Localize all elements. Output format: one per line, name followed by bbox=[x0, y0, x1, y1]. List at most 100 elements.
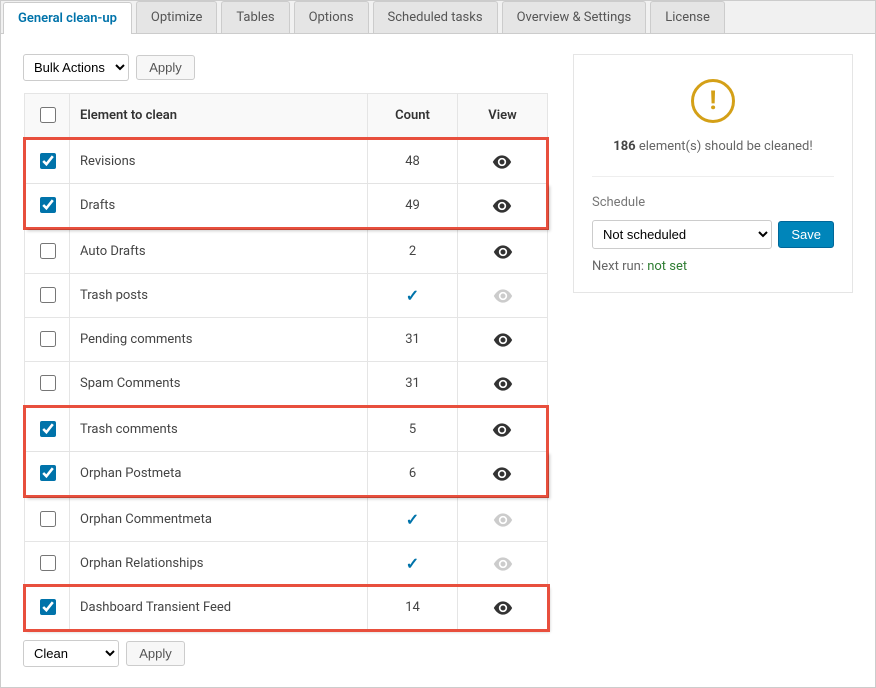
col-view: View bbox=[458, 94, 548, 139]
apply-button-bottom[interactable]: Apply bbox=[126, 641, 185, 666]
summary-count: 186 bbox=[613, 139, 635, 154]
schedule-title: Schedule bbox=[592, 195, 834, 210]
row-label: Drafts bbox=[70, 184, 368, 229]
check-icon: ✓ bbox=[406, 510, 419, 529]
eye-icon[interactable] bbox=[492, 423, 512, 437]
tab-optimize[interactable]: Optimize bbox=[136, 1, 217, 33]
row-count: ✓ bbox=[368, 274, 458, 318]
row-label: Dashboard Transient Feed bbox=[70, 586, 368, 630]
row-label: Spam Comments bbox=[70, 362, 368, 407]
tab-license[interactable]: License bbox=[650, 1, 725, 33]
table-row: Orphan Postmeta6 bbox=[25, 452, 548, 497]
eye-icon[interactable] bbox=[493, 333, 513, 347]
tabs: General clean-upOptimizeTablesOptionsSch… bbox=[1, 1, 875, 34]
table-row: Drafts49 bbox=[25, 184, 548, 229]
row-view bbox=[458, 497, 548, 542]
row-view bbox=[458, 229, 548, 274]
row-checkbox[interactable] bbox=[40, 331, 56, 347]
col-element: Element to clean bbox=[70, 94, 368, 139]
tab-scheduled-tasks[interactable]: Scheduled tasks bbox=[373, 1, 498, 33]
eye-icon[interactable] bbox=[493, 601, 513, 615]
row-count: ✓ bbox=[368, 497, 458, 542]
row-label: Trash posts bbox=[70, 274, 368, 318]
tab-options[interactable]: Options bbox=[294, 1, 369, 33]
next-run-value: not set bbox=[647, 259, 687, 274]
row-label: Pending comments bbox=[70, 318, 368, 362]
row-checkbox[interactable] bbox=[40, 287, 56, 303]
row-checkbox[interactable] bbox=[40, 555, 56, 571]
next-run-label: Next run: bbox=[592, 259, 647, 274]
eye-icon[interactable] bbox=[493, 245, 513, 259]
row-checkbox[interactable] bbox=[40, 243, 56, 259]
row-checkbox[interactable] bbox=[40, 465, 56, 481]
tab-general-clean-up[interactable]: General clean-up bbox=[3, 2, 132, 34]
eye-icon[interactable] bbox=[493, 513, 513, 527]
select-all-checkbox[interactable] bbox=[40, 107, 56, 123]
save-button[interactable]: Save bbox=[778, 221, 834, 248]
table-row: Spam Comments31 bbox=[25, 362, 548, 407]
table-row: Orphan Commentmeta ✓ bbox=[25, 497, 548, 542]
eye-icon[interactable] bbox=[492, 467, 512, 481]
row-count: 14 bbox=[368, 586, 458, 630]
table-row: Orphan Relationships ✓ bbox=[25, 542, 548, 586]
eye-icon[interactable] bbox=[492, 199, 512, 213]
row-label: Orphan Postmeta bbox=[70, 452, 368, 497]
col-count: Count bbox=[368, 94, 458, 139]
row-view bbox=[458, 407, 548, 452]
eye-icon[interactable] bbox=[493, 557, 513, 571]
check-icon: ✓ bbox=[406, 554, 419, 573]
schedule-select[interactable]: Not scheduled bbox=[592, 220, 772, 249]
row-view bbox=[458, 139, 548, 184]
tab-overview-settings[interactable]: Overview & Settings bbox=[502, 1, 647, 33]
row-count: 2 bbox=[368, 229, 458, 274]
row-checkbox[interactable] bbox=[40, 511, 56, 527]
row-checkbox[interactable] bbox=[40, 153, 56, 169]
row-view bbox=[458, 184, 548, 229]
row-count: 49 bbox=[368, 184, 458, 229]
eye-icon[interactable] bbox=[493, 289, 513, 303]
row-view bbox=[458, 452, 548, 497]
row-count: 31 bbox=[368, 362, 458, 407]
row-count: 6 bbox=[368, 452, 458, 497]
summary-text: 186 element(s) should be cleaned! bbox=[592, 139, 834, 154]
warning-icon: ! bbox=[691, 79, 735, 123]
summary-suffix: element(s) should be cleaned! bbox=[636, 139, 813, 154]
row-label: Auto Drafts bbox=[70, 229, 368, 274]
row-label: Orphan Relationships bbox=[70, 542, 368, 586]
table-row: Pending comments31 bbox=[25, 318, 548, 362]
bulk-actions-select[interactable]: Bulk Actions bbox=[23, 54, 129, 81]
row-view bbox=[458, 274, 548, 318]
bulk-actions-top: Bulk Actions Apply bbox=[23, 54, 549, 81]
tab-tables[interactable]: Tables bbox=[221, 1, 289, 33]
bulk-actions-bottom: Clean Apply bbox=[23, 640, 549, 667]
table-row: Dashboard Transient Feed14 bbox=[25, 586, 548, 630]
row-checkbox[interactable] bbox=[40, 421, 56, 437]
cleanup-table: Element to clean Count View Revisions48D… bbox=[23, 93, 549, 630]
row-checkbox[interactable] bbox=[40, 375, 56, 391]
row-checkbox[interactable] bbox=[40, 599, 56, 615]
row-label: Revisions bbox=[70, 139, 368, 184]
row-label: Orphan Commentmeta bbox=[70, 497, 368, 542]
clean-select[interactable]: Clean bbox=[23, 640, 119, 667]
eye-icon[interactable] bbox=[492, 155, 512, 169]
check-icon: ✓ bbox=[406, 286, 419, 305]
row-checkbox[interactable] bbox=[40, 197, 56, 213]
eye-icon[interactable] bbox=[493, 377, 513, 391]
next-run: Next run: not set bbox=[592, 259, 834, 274]
row-count: 31 bbox=[368, 318, 458, 362]
select-all-header bbox=[25, 94, 70, 139]
row-view bbox=[458, 586, 548, 630]
table-row: Revisions48 bbox=[25, 139, 548, 184]
row-count: 5 bbox=[368, 407, 458, 452]
table-row: Trash comments5 bbox=[25, 407, 548, 452]
row-count: 48 bbox=[368, 139, 458, 184]
row-view bbox=[458, 542, 548, 586]
row-view bbox=[458, 318, 548, 362]
row-view bbox=[458, 362, 548, 407]
apply-button-top[interactable]: Apply bbox=[136, 55, 195, 80]
table-row: Auto Drafts2 bbox=[25, 229, 548, 274]
row-count: ✓ bbox=[368, 542, 458, 586]
row-label: Trash comments bbox=[70, 407, 368, 452]
table-row: Trash posts ✓ bbox=[25, 274, 548, 318]
sidebar-panel: ! 186 element(s) should be cleaned! Sche… bbox=[573, 54, 853, 293]
